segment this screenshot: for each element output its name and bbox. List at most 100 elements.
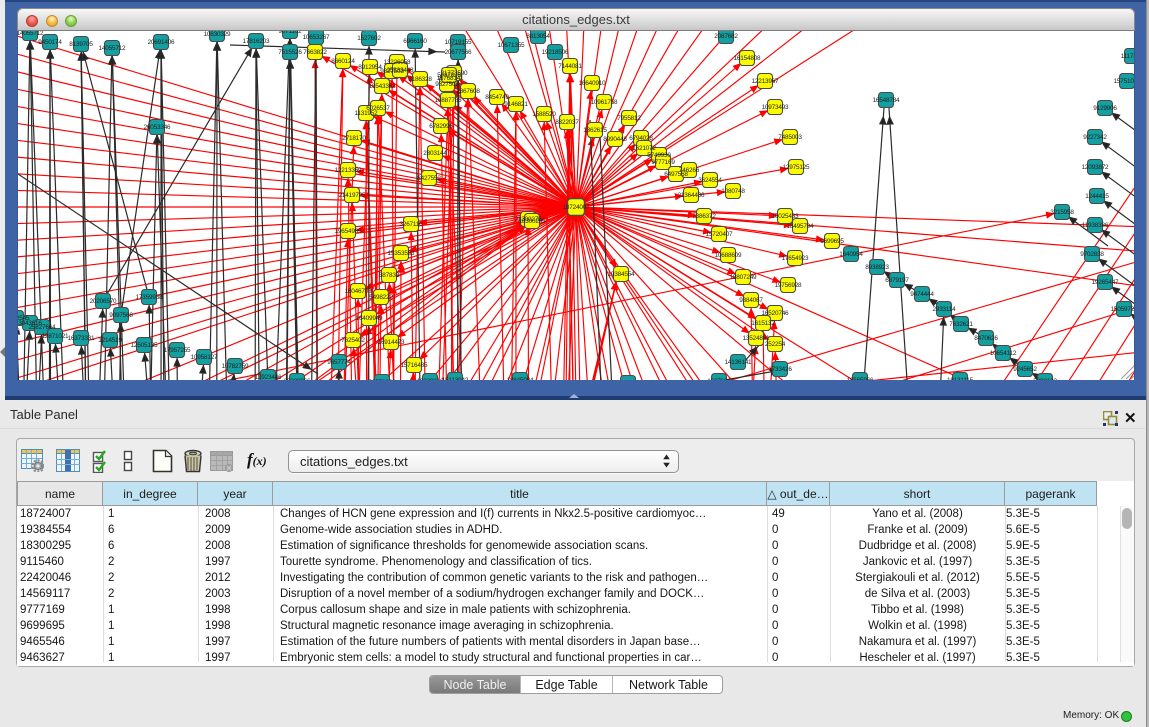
svg-text:1214519: 1214519 (98, 337, 122, 344)
svg-text:19654985: 19654985 (335, 228, 362, 235)
svg-text:10671355: 10671355 (498, 42, 525, 49)
svg-text:19384554: 19384554 (608, 271, 635, 278)
svg-text:15716485: 15716485 (401, 362, 428, 369)
svg-text:7386372: 7386372 (692, 213, 716, 220)
svg-text:7955812: 7955812 (617, 115, 641, 122)
svg-text:20573936: 20573936 (369, 379, 396, 380)
svg-text:17654923: 17654923 (782, 255, 809, 262)
svg-text:18131115: 18131115 (947, 377, 974, 380)
svg-text:14136141: 14136141 (725, 359, 752, 366)
svg-text:8912954: 8912954 (358, 64, 382, 71)
svg-text:17957255: 17957255 (164, 347, 191, 354)
svg-text:10958127: 10958127 (191, 354, 218, 361)
svg-text:9097568: 9097568 (109, 312, 133, 319)
svg-text:19218506: 19218506 (542, 49, 569, 56)
svg-text:20691406: 20691406 (148, 39, 175, 46)
svg-text:12093872: 12093872 (1082, 164, 1109, 171)
svg-text:7144081: 7144081 (558, 63, 582, 70)
svg-text:17359938: 17359938 (136, 294, 163, 301)
svg-text:18339616: 18339616 (417, 378, 444, 380)
svg-text:5498222: 5498222 (369, 294, 393, 301)
svg-text:1640954: 1640954 (839, 251, 863, 258)
svg-text:26053346: 26053346 (144, 124, 171, 131)
svg-text:9245652: 9245652 (1013, 366, 1037, 373)
svg-text:9071162: 9071162 (278, 31, 302, 35)
svg-text:5037826: 5037826 (437, 72, 461, 79)
svg-text:16914473: 16914473 (378, 339, 405, 346)
svg-text:8470626: 8470626 (974, 335, 998, 342)
svg-text:15059728: 15059728 (1111, 306, 1135, 313)
svg-text:16543362: 16543362 (369, 83, 396, 90)
svg-text:13226058: 13226058 (384, 59, 411, 66)
svg-text:7515526: 7515526 (278, 49, 302, 56)
svg-text:2087682: 2087682 (714, 33, 738, 40)
svg-text:18495794: 18495794 (787, 223, 814, 230)
svg-text:25827664: 25827664 (29, 324, 56, 331)
svg-text:10025433: 10025433 (772, 213, 799, 220)
svg-text:2718170: 2718170 (342, 135, 366, 142)
svg-text:7625402: 7625402 (341, 337, 365, 344)
svg-text:7485003: 7485003 (778, 134, 802, 141)
svg-text:9129906: 9129906 (1093, 105, 1117, 112)
svg-text:11938386: 11938386 (1082, 222, 1109, 229)
svg-text:20206570: 20206570 (90, 298, 117, 305)
svg-text:6794028: 6794028 (629, 135, 653, 142)
svg-text:9474444: 9474444 (910, 291, 934, 298)
svg-text:10688609: 10688609 (715, 252, 742, 259)
svg-text:2933114: 2933114 (932, 306, 956, 313)
svg-text:8454749: 8454749 (485, 94, 509, 101)
svg-text:1362615: 1362615 (583, 127, 607, 134)
svg-text:387833: 387833 (379, 272, 400, 279)
svg-text:19756928: 19756928 (775, 282, 802, 289)
svg-text:8139705: 8139705 (69, 41, 93, 48)
svg-text:9699695: 9699695 (820, 238, 844, 245)
svg-text:12505135: 12505135 (131, 342, 158, 349)
svg-text:18845084: 18845084 (507, 377, 534, 380)
svg-text:8427552: 8427552 (417, 175, 441, 182)
svg-text:746266: 746266 (679, 167, 700, 174)
svg-text:1117304: 1117304 (1121, 53, 1135, 60)
svg-text:16640910: 16640910 (579, 80, 606, 87)
svg-text:18724007: 18724007 (563, 204, 590, 211)
svg-text:8938923: 8938923 (865, 264, 889, 271)
svg-text:6782996: 6782996 (429, 123, 453, 130)
svg-text:23228966: 23228966 (284, 378, 311, 380)
svg-text:16887786: 16887786 (435, 97, 462, 104)
svg-text:2803144: 2803144 (423, 150, 447, 157)
svg-text:8186328: 8186328 (408, 76, 432, 83)
svg-text:1733426: 1733426 (768, 366, 792, 373)
svg-text:16373331: 16373331 (68, 335, 95, 342)
svg-text:16548784: 16548784 (873, 97, 900, 104)
svg-text:9146821: 9146821 (504, 101, 528, 108)
svg-text:18300295: 18300295 (519, 218, 546, 225)
svg-text:12871021: 12871021 (42, 333, 69, 340)
svg-text:17832545: 17832545 (17, 315, 30, 322)
svg-text:10653267: 10653267 (303, 34, 330, 41)
svg-text:9384067: 9384067 (739, 297, 763, 304)
svg-text:10654112: 10654112 (990, 350, 1017, 357)
svg-text:3624554: 3624554 (698, 177, 722, 184)
svg-text:21419705: 21419705 (339, 192, 366, 199)
svg-text:1615132: 1615132 (751, 320, 775, 327)
svg-text:19265447: 19265447 (1092, 279, 1119, 286)
svg-text:9702838: 9702838 (1080, 251, 1104, 258)
svg-text:25333448: 25333448 (387, 67, 414, 74)
svg-text:5749930: 5749930 (647, 152, 671, 159)
svg-text:18565966: 18565966 (847, 377, 874, 380)
svg-text:1588520: 1588520 (532, 111, 556, 118)
svg-text:21364436: 21364436 (678, 192, 705, 199)
svg-text:12923446: 12923446 (255, 374, 282, 380)
svg-text:15720407: 15720407 (706, 231, 733, 238)
svg-text:8990448: 8990448 (603, 136, 627, 143)
svg-text:6026537: 6026537 (366, 105, 390, 112)
svg-text:7632621: 7632621 (949, 321, 973, 328)
svg-text:1621072: 1621072 (632, 145, 656, 152)
svg-text:20677566: 20677566 (445, 49, 472, 56)
svg-text:12975125: 12975125 (783, 164, 810, 171)
svg-text:9327508: 9327508 (435, 81, 459, 88)
svg-text:1244415: 1244415 (1085, 193, 1109, 200)
svg-text:8660124: 8660124 (331, 58, 355, 65)
svg-text:10719155: 10719155 (445, 39, 472, 46)
svg-text:6879197: 6879197 (885, 277, 909, 284)
svg-text:16520746: 16520746 (762, 310, 789, 317)
